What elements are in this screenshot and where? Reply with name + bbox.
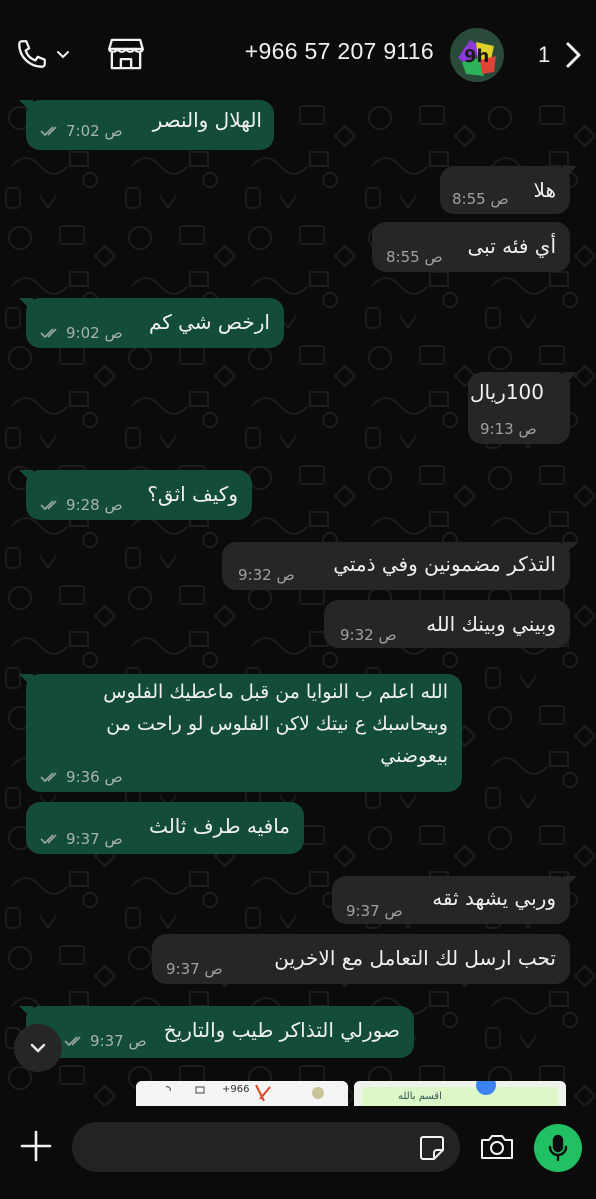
chat-header: +966 57 207 9116 9h 1	[0, 0, 596, 96]
message-text: 100ريال	[469, 380, 544, 404]
message-time: 9:37 ص	[166, 960, 223, 978]
avatar-text: 9h	[464, 46, 489, 67]
message-time: 9:02 ص	[66, 324, 123, 342]
chevron-right-icon[interactable]	[562, 40, 584, 70]
message-bubble-incoming[interactable]: التذكر مضمونين وفي ذمتي 9:32 ص	[222, 542, 577, 590]
message-time: 9:37 ص	[66, 830, 123, 848]
message-meta: 9:37 ص	[40, 830, 123, 848]
message-bubble-incoming[interactable]: وربي يشهد ثقه 9:37 ص	[332, 876, 577, 924]
message-bubble-incoming[interactable]: وبيني وبينك الله 9:32 ص	[324, 600, 570, 648]
chevron-down-icon	[30, 1043, 46, 1053]
message-text: وربي يشهد ثقه	[432, 886, 556, 910]
message-text: أي فئه تبى	[467, 234, 556, 258]
message-time: 9:28 ص	[66, 496, 123, 514]
store-icon	[108, 38, 144, 70]
message-time: 9:32 ص	[238, 566, 295, 584]
thumbnail-label: اقسم بالله	[398, 1091, 442, 1102]
message-bubble-incoming[interactable]: 100ريال 9:13 ص	[468, 372, 577, 444]
message-text: وكيف اثق؟	[147, 482, 238, 506]
voice-message-button[interactable]	[534, 1124, 582, 1172]
message-meta: 8:55 ص	[386, 248, 443, 266]
image-thumbnails: +966 اقسم بالله	[136, 1081, 566, 1106]
message-bubble-outgoing[interactable]: ارخص شي كم 9:02 ص	[19, 298, 284, 348]
avatar[interactable]: 9h	[450, 28, 504, 82]
message-time: 8:55 ص	[386, 248, 443, 266]
message-meta: 9:28 ص	[40, 496, 123, 514]
message-bubble-outgoing[interactable]: الله اعلم ب النوايا من قبل ماعطيك الفلوس…	[19, 674, 462, 792]
message-bubble-outgoing[interactable]: مافيه طرف ثالث 9:37 ص	[26, 802, 304, 854]
message-text: مافيه طرف ثالث	[149, 814, 290, 838]
message-bubble-outgoing[interactable]: صورلي التذاكر طيب والتاريخ 9:37 ص	[19, 1006, 414, 1058]
message-time: 9:37 ص	[90, 1032, 147, 1050]
catalog-button[interactable]	[106, 34, 146, 74]
microphone-icon	[548, 1134, 568, 1162]
double-check-icon	[40, 126, 57, 137]
message-input[interactable]	[88, 1122, 408, 1172]
chevron-down-icon	[57, 51, 69, 59]
message-text: الهلال والنصر	[152, 108, 262, 132]
message-bubble-incoming[interactable]: هلا 8:55 ص	[440, 166, 577, 214]
camera-icon[interactable]	[478, 1128, 516, 1166]
double-check-icon	[40, 834, 57, 845]
message-text: وبيني وبينك الله	[426, 612, 556, 636]
message-time: 9:32 ص	[340, 626, 397, 644]
message-time: 8:55 ص	[452, 190, 509, 208]
double-check-icon	[40, 500, 57, 511]
message-meta: 9:37 ص	[346, 902, 403, 920]
message-meta: 9:13 ص	[480, 420, 537, 438]
chat-thread[interactable]: الهلال والنصر 7:02 ص هلا 8:55 ص أي فئه ت…	[0, 96, 596, 1106]
message-text: التذكر مضمونين وفي ذمتي	[333, 552, 556, 576]
message-time: 7:02 ص	[66, 122, 123, 140]
message-text: صورلي التذاكر طيب والتاريخ	[163, 1018, 400, 1042]
message-bubble-incoming[interactable]: أي فئه تبى 8:55 ص	[372, 222, 570, 272]
image-thumbnail[interactable]: +966	[136, 1081, 348, 1106]
message-meta: 9:36 ص	[40, 768, 123, 786]
message-bubble-outgoing[interactable]: الهلال والنصر 7:02 ص	[19, 100, 274, 150]
sticker-icon[interactable]	[418, 1134, 446, 1162]
message-text: ارخص شي كم	[148, 310, 270, 334]
image-thumbnail[interactable]: اقسم بالله	[354, 1081, 566, 1106]
message-text: هلا	[533, 178, 556, 202]
message-meta: 9:32 ص	[340, 626, 397, 644]
message-meta: 9:37 ص	[64, 1032, 147, 1050]
call-button[interactable]	[12, 36, 74, 72]
message-time: 9:37 ص	[346, 902, 403, 920]
message-text: الله اعلم ب النوايا من قبل ماعطيك الفلوس…	[103, 681, 448, 767]
message-bubble-incoming[interactable]: تحب ارسل لك التعامل مع الاخرين 9:37 ص	[152, 934, 570, 984]
message-meta: 9:37 ص	[166, 960, 223, 978]
message-meta: 9:02 ص	[40, 324, 123, 342]
composer-bar	[0, 1106, 596, 1199]
message-meta: 8:55 ص	[452, 190, 509, 208]
message-bubble-outgoing[interactable]: وكيف اثق؟ 9:28 ص	[19, 470, 252, 520]
message-time: 9:13 ص	[480, 420, 537, 438]
double-check-icon	[64, 1036, 81, 1047]
message-meta: 9:32 ص	[238, 566, 295, 584]
message-input-container	[72, 1122, 460, 1172]
message-text: تحب ارسل لك التعامل مع الاخرين	[274, 946, 556, 970]
unread-count: 1	[538, 42, 551, 67]
plus-icon[interactable]	[16, 1126, 56, 1166]
scroll-to-bottom-button[interactable]	[14, 1024, 62, 1072]
message-time: 9:36 ص	[66, 768, 123, 786]
double-check-icon	[40, 328, 57, 339]
double-check-icon	[40, 772, 57, 783]
phone-icon	[18, 40, 46, 68]
thumbnail-label: +966	[222, 1084, 250, 1095]
message-meta: 7:02 ص	[40, 122, 123, 140]
contact-name[interactable]: +966 57 207 9116	[245, 38, 434, 65]
